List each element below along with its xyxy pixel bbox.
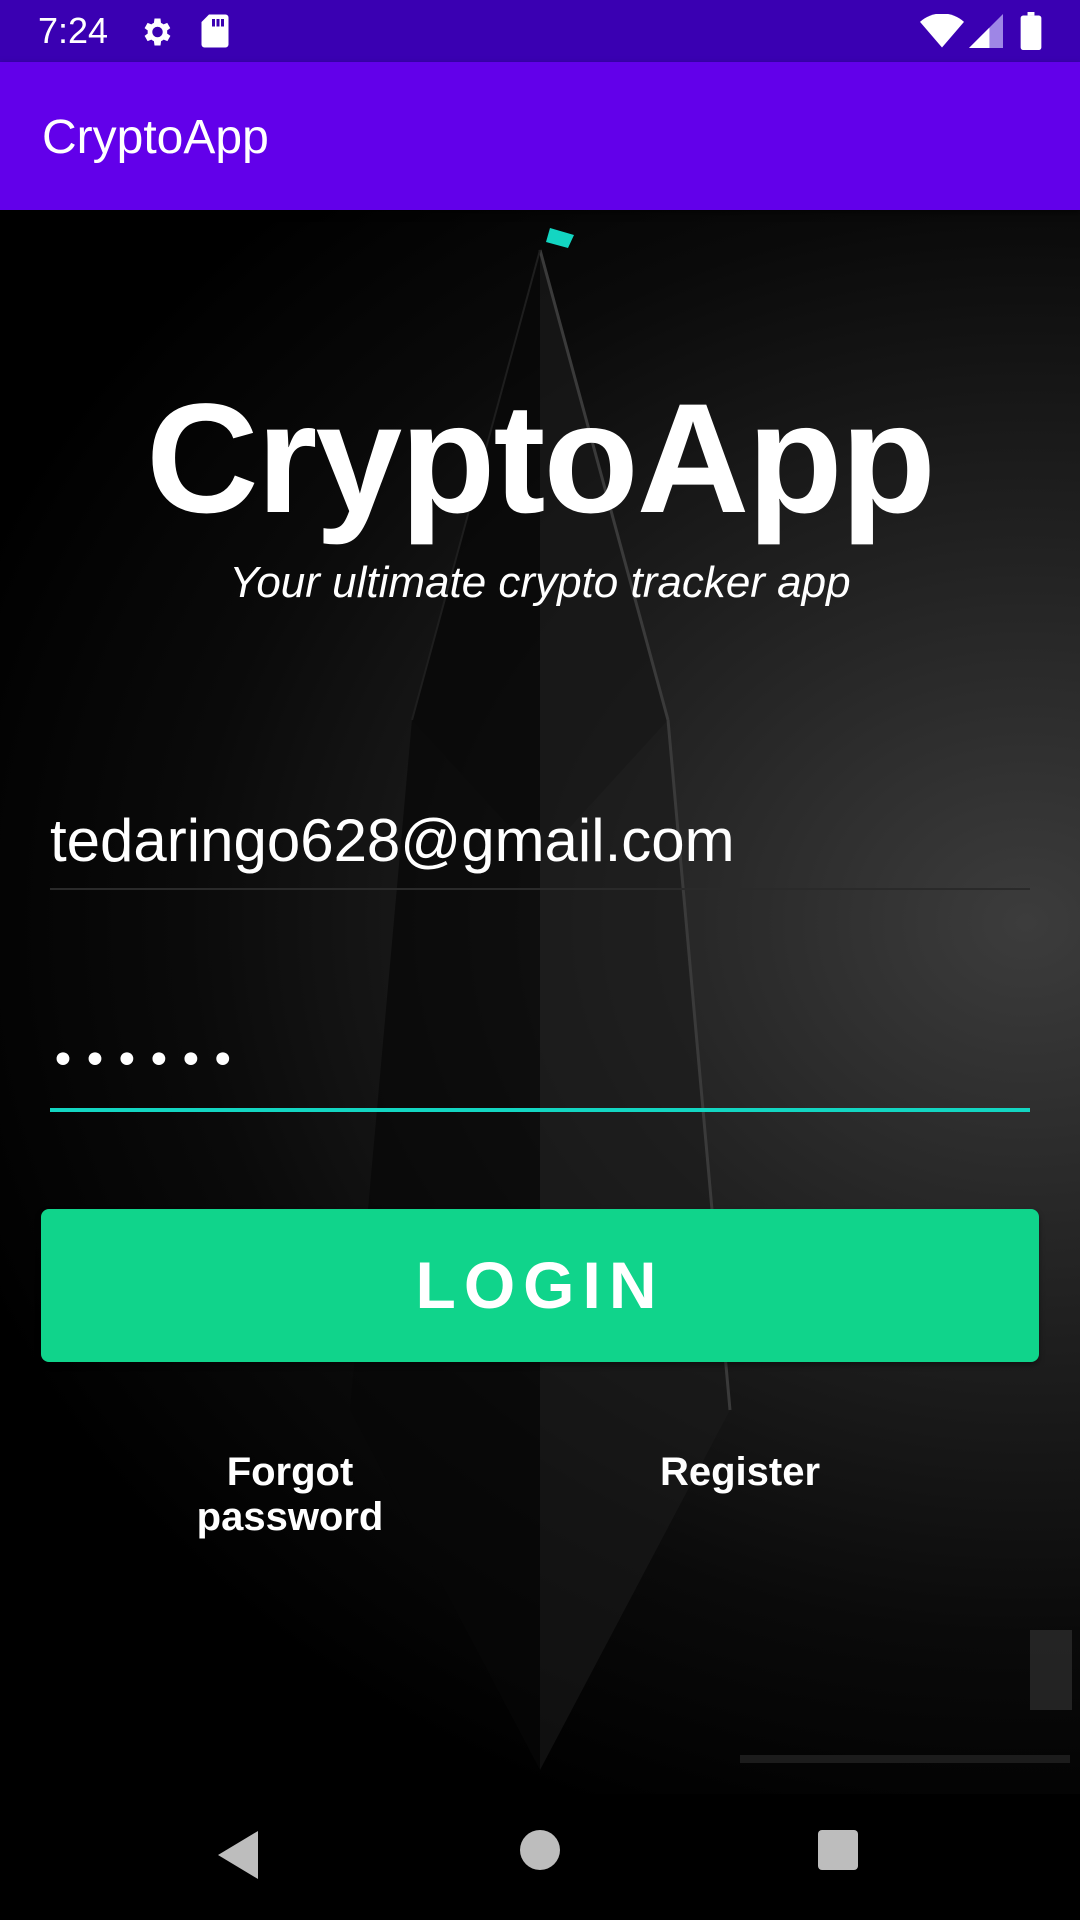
login-button[interactable]: LOGIN	[41, 1209, 1039, 1362]
register-link[interactable]: Register	[640, 1450, 840, 1495]
email-field[interactable]	[50, 800, 1030, 880]
navigation-bar	[0, 1794, 1080, 1920]
forgot-password-link[interactable]: Forgot password	[130, 1450, 450, 1540]
status-bar: 7:24	[0, 0, 1080, 62]
battery-icon	[1020, 12, 1042, 50]
home-icon[interactable]	[520, 1830, 560, 1870]
login-screen: CryptoApp Your ultimate crypto tracker a…	[0, 210, 1080, 1794]
recents-icon[interactable]	[818, 1830, 858, 1870]
signal-icon	[969, 14, 1003, 48]
status-time: 7:24	[38, 10, 109, 51]
back-icon[interactable]	[214, 1827, 262, 1883]
app-bar-title: CryptoApp	[42, 111, 269, 164]
password-field[interactable]	[50, 1020, 1030, 1100]
sd-card-icon	[201, 14, 229, 48]
password-underline	[50, 1108, 1030, 1112]
hero-title: CryptoApp	[146, 372, 936, 546]
hero-subtitle: Your ultimate crypto tracker app	[229, 558, 851, 607]
wifi-icon	[920, 14, 964, 48]
app-bar: CryptoApp	[0, 62, 1080, 210]
gear-icon	[144, 18, 171, 46]
email-underline	[50, 888, 1030, 890]
